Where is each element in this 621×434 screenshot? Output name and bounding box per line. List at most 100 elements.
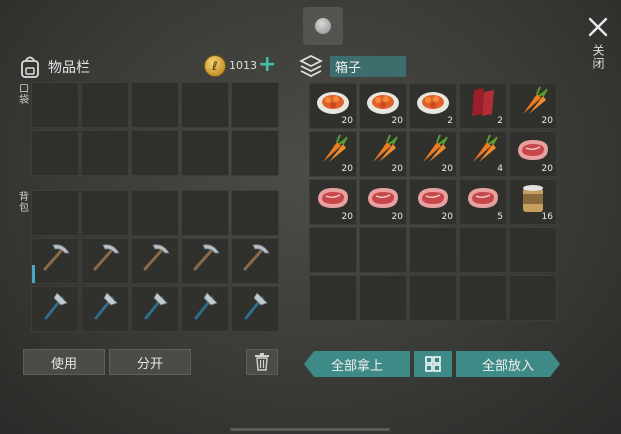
pickaxe-icon <box>237 239 273 279</box>
item-count: 2 <box>447 116 453 126</box>
menu-orb-button[interactable] <box>303 7 343 45</box>
box-slot[interactable]: 20 <box>509 131 557 177</box>
pocket-slot[interactable] <box>31 130 79 176</box>
item-count: 16 <box>541 212 553 222</box>
backpack-slot[interactable] <box>231 286 279 332</box>
sort-button[interactable] <box>414 351 452 377</box>
inventory-header: 物品栏 <box>18 55 90 79</box>
take-all-button[interactable]: 全部拿上 <box>304 351 410 377</box>
backpack-slot[interactable] <box>231 190 279 236</box>
backpack-slot[interactable] <box>81 238 129 284</box>
item-count: 5 <box>497 212 503 222</box>
box-slot[interactable]: 20 <box>309 131 357 177</box>
item-count: 20 <box>341 164 353 174</box>
cooked-carrot-plate-icon <box>415 87 451 121</box>
backpack-slot[interactable] <box>31 286 79 332</box>
pocket-label: 口袋 <box>19 84 29 106</box>
backpack-slot[interactable] <box>31 190 79 236</box>
box-slot[interactable]: 20 <box>309 83 357 129</box>
box-slot[interactable] <box>309 275 357 321</box>
use-button[interactable]: 使用 <box>23 349 105 375</box>
box-slot[interactable]: 20 <box>509 83 557 129</box>
hatchet-icon <box>37 287 73 327</box>
box-slot[interactable]: 2 <box>459 83 507 129</box>
box-slot[interactable]: 20 <box>309 179 357 225</box>
put-all-button[interactable]: 全部放入 <box>456 351 560 377</box>
pocket-grid <box>31 82 279 176</box>
box-slot[interactable] <box>459 275 507 321</box>
box-slot[interactable] <box>309 227 357 273</box>
pocket-slot[interactable] <box>81 82 129 128</box>
box-slot[interactable]: 4 <box>459 131 507 177</box>
hatchet-icon <box>137 287 173 327</box>
item-count: 20 <box>441 164 453 174</box>
box-title: 箱子 <box>330 55 406 77</box>
hatchet-icon <box>187 287 223 327</box>
item-count: 4 <box>497 164 503 174</box>
pocket-slot[interactable] <box>131 130 179 176</box>
pickaxe-icon <box>87 239 123 279</box>
coin-icon: ℓ <box>204 55 226 77</box>
item-count: 20 <box>341 212 353 222</box>
backpack-slot[interactable] <box>181 238 229 284</box>
item-count: 2 <box>497 116 503 126</box>
item-count: 20 <box>391 212 403 222</box>
pocket-slot[interactable] <box>81 130 129 176</box>
pocket-slot[interactable] <box>31 82 79 128</box>
pocket-slot[interactable] <box>181 130 229 176</box>
backpack-slot[interactable] <box>131 190 179 236</box>
backpack-slot[interactable] <box>131 286 179 332</box>
split-button[interactable]: 分开 <box>109 349 191 375</box>
box-slot[interactable]: 20 <box>359 83 407 129</box>
box-slot[interactable] <box>409 275 457 321</box>
box-slot[interactable]: 20 <box>359 179 407 225</box>
box-slot[interactable]: 20 <box>359 131 407 177</box>
item-count: 20 <box>441 212 453 222</box>
grid-sort-icon <box>425 356 441 372</box>
home-indicator <box>230 428 390 431</box>
add-coins-button[interactable]: + <box>258 54 276 76</box>
box-slot[interactable]: 2 <box>409 83 457 129</box>
box-slot[interactable] <box>509 227 557 273</box>
backpack-slot[interactable] <box>181 286 229 332</box>
box-grid: 20 20 2 2 20 20 20 20 4 20 20 20 20 5 16 <box>309 83 557 321</box>
item-count: 20 <box>541 164 553 174</box>
pocket-slot[interactable] <box>131 82 179 128</box>
box-header: 箱子 <box>298 54 406 78</box>
backpack-slot[interactable] <box>81 286 129 332</box>
box-slot[interactable]: 16 <box>509 179 557 225</box>
orb-icon <box>315 18 331 34</box>
pickaxe-icon <box>137 239 173 279</box>
backpack-slot[interactable] <box>31 238 79 284</box>
box-slot[interactable] <box>359 227 407 273</box>
box-slot[interactable]: 20 <box>409 179 457 225</box>
trash-icon <box>255 353 269 371</box>
item-count: 20 <box>541 116 553 126</box>
raw-meat-icon <box>466 84 500 124</box>
hatchet-icon <box>87 287 123 327</box>
box-slot[interactable] <box>359 275 407 321</box>
item-count: 20 <box>341 116 353 126</box>
item-count: 20 <box>391 116 403 126</box>
pickaxe-icon <box>187 239 223 279</box>
discard-button[interactable] <box>246 349 278 375</box>
backpack-slot[interactable] <box>231 238 279 284</box>
pocket-slot[interactable] <box>231 82 279 128</box>
close-icon[interactable] <box>585 14 611 40</box>
coin-count: 1013 <box>229 59 257 72</box>
box-slot[interactable]: 5 <box>459 179 507 225</box>
pocket-slot[interactable] <box>181 82 229 128</box>
backpack-slot[interactable] <box>131 238 179 284</box>
hatchet-icon <box>237 287 273 327</box>
box-slot[interactable] <box>459 227 507 273</box>
pocket-slot[interactable] <box>231 130 279 176</box>
inventory-title: 物品栏 <box>48 60 90 76</box>
backpack-slot[interactable] <box>181 190 229 236</box>
backpack-slot[interactable] <box>81 190 129 236</box>
box-slot[interactable] <box>409 227 457 273</box>
box-slot[interactable]: 20 <box>409 131 457 177</box>
close-label[interactable]: 关闭 <box>591 44 605 70</box>
box-slot[interactable] <box>509 275 557 321</box>
pickaxe-icon <box>37 239 73 279</box>
backpack-label: 背包 <box>19 192 29 214</box>
